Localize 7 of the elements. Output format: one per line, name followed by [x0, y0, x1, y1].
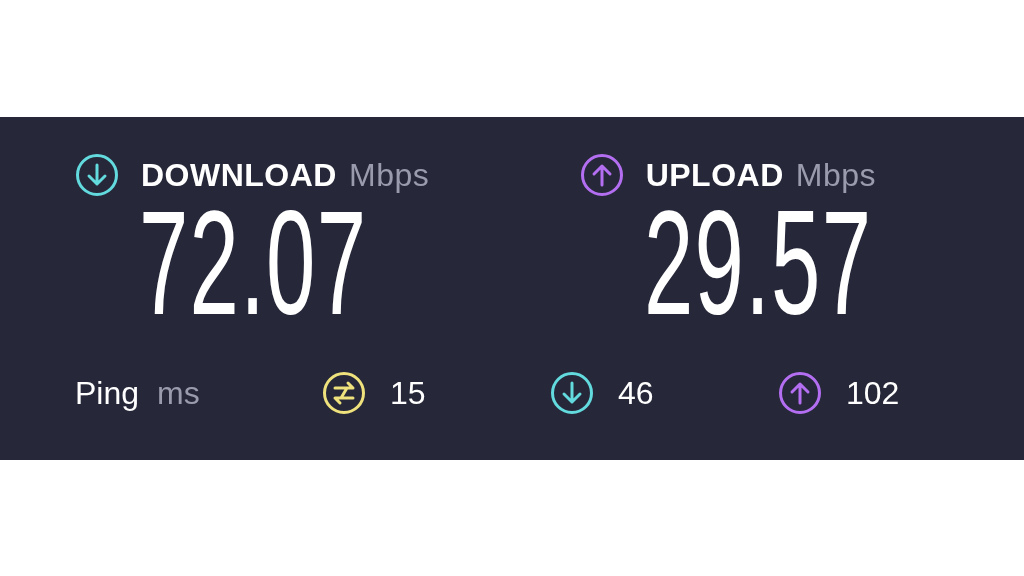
unit-label: Mbps: [795, 156, 876, 194]
ping-value: 102: [846, 374, 900, 412]
ping-value: 15: [390, 374, 426, 412]
unit-label: ms: [157, 374, 200, 412]
metric-label: UPLOAD: [645, 156, 784, 194]
ping-label: Ping: [75, 374, 140, 412]
ping-value: 46: [618, 374, 654, 412]
